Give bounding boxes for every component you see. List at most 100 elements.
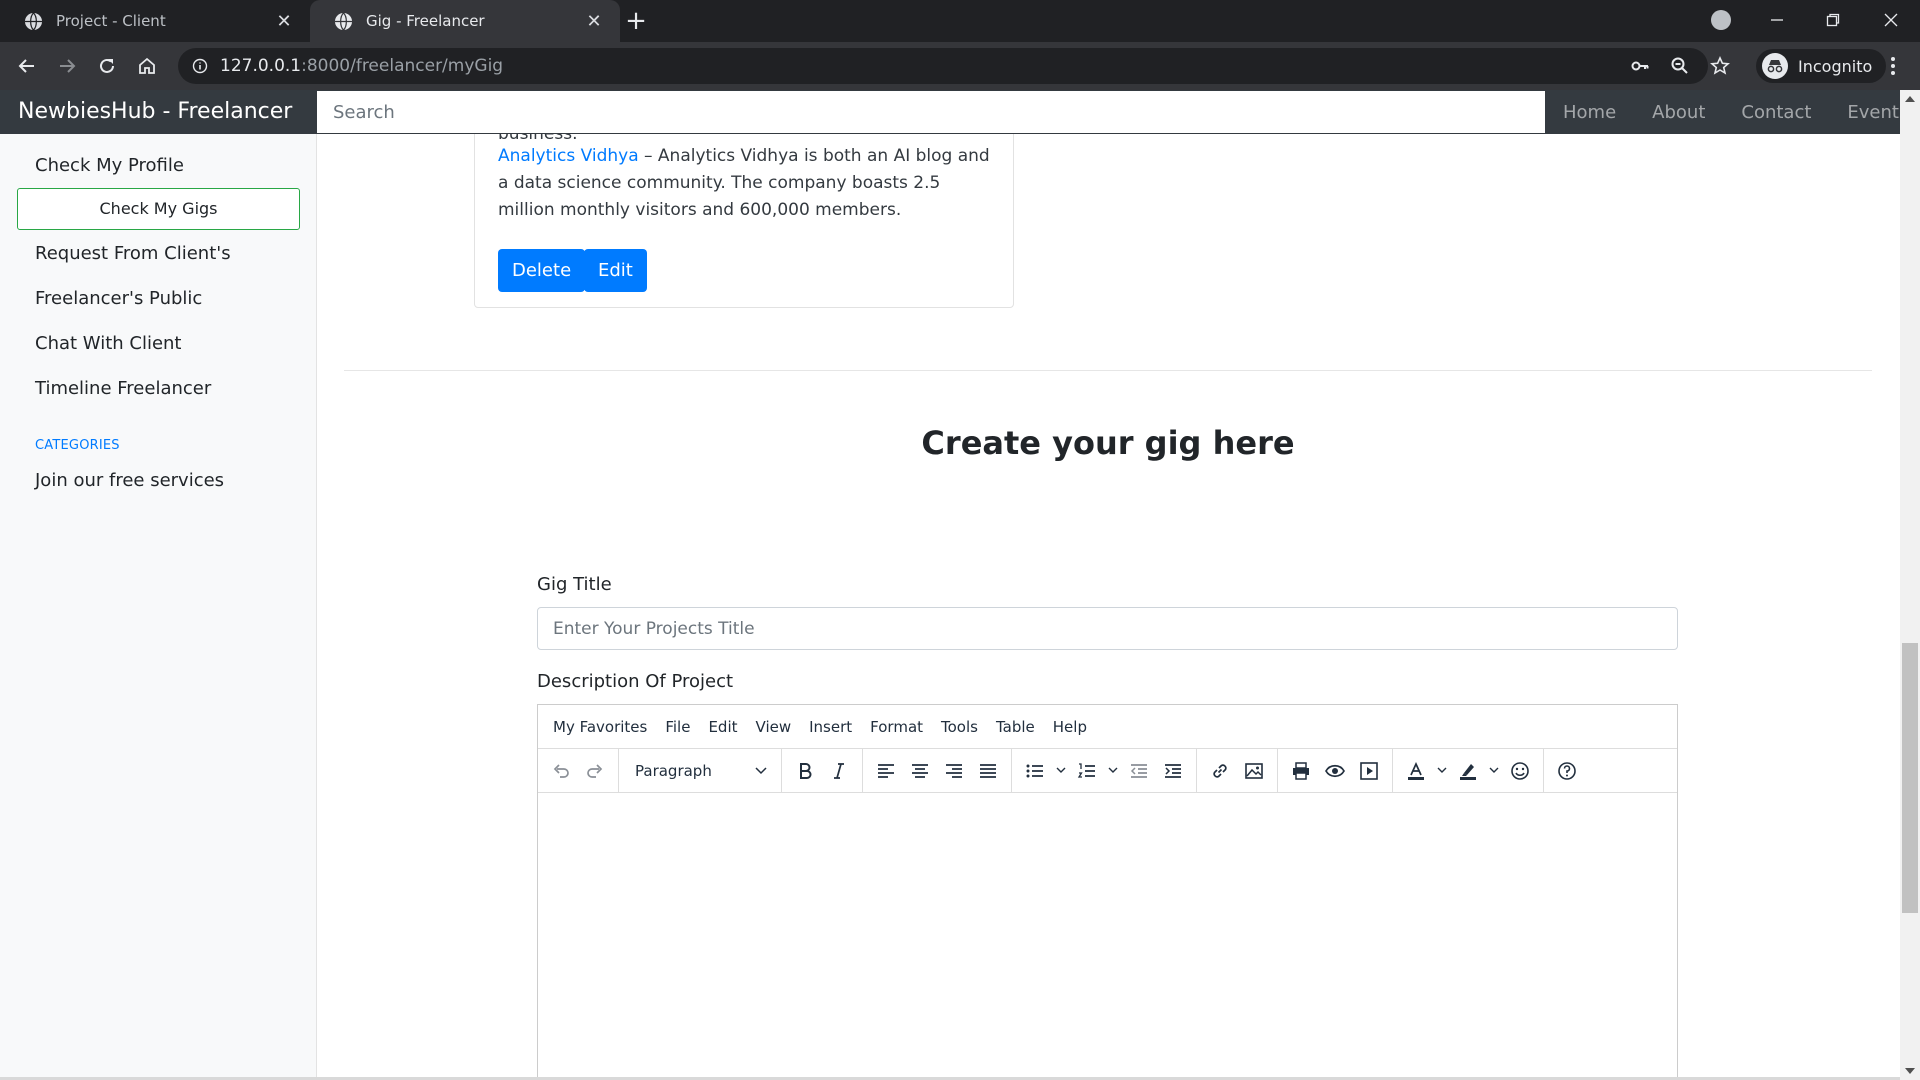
- list-group: [1012, 748, 1197, 793]
- tab-title: Project - Client: [56, 12, 166, 30]
- home-icon[interactable]: [131, 50, 163, 82]
- nav-link-about[interactable]: About: [1634, 102, 1723, 123]
- nav-links: Home About Contact Events: [1545, 90, 1920, 134]
- menu-edit[interactable]: Edit: [708, 718, 737, 736]
- description-label: Description Of Project: [537, 671, 734, 692]
- editor-menubar: My Favorites File Edit View Insert Forma…: [538, 705, 1677, 749]
- gig-card-viewport: business. Analytics Vidhya – Analytics V…: [0, 134, 1900, 334]
- gig-card: business. Analytics Vidhya – Analytics V…: [474, 134, 1014, 308]
- sidebar-item-join-free-services[interactable]: Join our free services: [35, 470, 224, 491]
- menu-table[interactable]: Table: [996, 718, 1035, 736]
- edit-button[interactable]: Edit: [584, 249, 647, 292]
- align-left-icon[interactable]: [869, 754, 903, 788]
- profile-label: Incognito: [1798, 56, 1873, 76]
- nav-link-home[interactable]: Home: [1545, 102, 1634, 123]
- browser-tab-strip: Project - Client ✕ Gig - Freelancer ✕ +: [0, 0, 1920, 42]
- section-divider: [344, 370, 1872, 371]
- history-group: [538, 748, 619, 793]
- minimize-icon[interactable]: [1754, 0, 1800, 40]
- categories-heading: CATEGORIES: [35, 438, 120, 453]
- zoom-icon[interactable]: [1664, 50, 1696, 82]
- align-right-icon[interactable]: [937, 754, 971, 788]
- numbered-list-icon[interactable]: [1070, 754, 1104, 788]
- tools-group: [1278, 748, 1393, 793]
- bookmark-star-icon[interactable]: [1704, 50, 1736, 82]
- brand-logo[interactable]: NewbiesHub - Freelancer: [18, 90, 292, 134]
- block-format-group: Paragraph: [619, 748, 782, 793]
- chevron-down-icon[interactable]: [1052, 754, 1070, 788]
- restore-icon[interactable]: [1810, 0, 1856, 40]
- info-icon[interactable]: [192, 58, 208, 74]
- bold-icon[interactable]: [788, 754, 822, 788]
- gig-title-label: Gig Title: [537, 574, 612, 595]
- nav-link-contact[interactable]: Contact: [1723, 102, 1829, 123]
- italic-icon[interactable]: [822, 754, 856, 788]
- scrollbar-thumb[interactable]: [1902, 643, 1918, 913]
- browser-tab-project-client[interactable]: Project - Client ✕: [0, 0, 310, 42]
- browser-tab-gig-freelancer[interactable]: Gig - Freelancer ✕: [310, 0, 620, 42]
- highlight-color-icon[interactable]: [1451, 754, 1485, 788]
- text-style-group: [782, 748, 863, 793]
- redo-icon[interactable]: [578, 754, 612, 788]
- bullet-list-icon[interactable]: [1018, 754, 1052, 788]
- menu-help[interactable]: Help: [1053, 718, 1087, 736]
- indent-icon[interactable]: [1156, 754, 1190, 788]
- scroll-down-icon[interactable]: [1905, 1068, 1915, 1074]
- alignment-group: [863, 748, 1012, 793]
- menu-file[interactable]: File: [665, 718, 690, 736]
- chevron-down-icon[interactable]: [1485, 754, 1503, 788]
- image-icon[interactable]: [1237, 754, 1271, 788]
- print-icon[interactable]: [1284, 754, 1318, 788]
- gig-description-partial-line: business.: [498, 134, 578, 144]
- page-title: Create your gig here: [921, 424, 1295, 462]
- site-navbar: NewbiesHub - Freelancer Home About Conta…: [0, 90, 1908, 134]
- sidebar-item-timeline-freelancer[interactable]: Timeline Freelancer: [35, 378, 211, 399]
- editor-content-area[interactable]: [538, 795, 1677, 1080]
- sidebar-item-chat-with-client[interactable]: Chat With Client: [35, 333, 182, 354]
- address-bar[interactable]: 127.0.0.1:8000/freelancer/myGig: [178, 48, 1708, 84]
- link-icon[interactable]: [1203, 754, 1237, 788]
- window-close-icon[interactable]: [1868, 0, 1914, 40]
- vertical-scrollbar[interactable]: [1900, 90, 1920, 1080]
- back-icon[interactable]: [11, 50, 43, 82]
- block-format-value: Paragraph: [635, 761, 712, 780]
- scroll-up-icon[interactable]: [1905, 96, 1915, 102]
- address-url: 127.0.0.1:8000/freelancer/myGig: [220, 56, 504, 76]
- menu-view[interactable]: View: [756, 718, 792, 736]
- forward-icon[interactable]: [51, 50, 83, 82]
- outdent-icon[interactable]: [1122, 754, 1156, 788]
- menu-my-favorites[interactable]: My Favorites: [553, 718, 647, 736]
- undo-icon[interactable]: [544, 754, 578, 788]
- tab-search-icon[interactable]: [1711, 10, 1731, 30]
- chevron-down-icon[interactable]: [1104, 754, 1122, 788]
- globe-icon: [334, 12, 353, 30]
- menu-tools[interactable]: Tools: [941, 718, 978, 736]
- help-group: [1544, 749, 1590, 793]
- search-input[interactable]: [317, 91, 1545, 133]
- key-icon[interactable]: [1624, 50, 1656, 82]
- incognito-badge[interactable]: Incognito: [1756, 49, 1887, 83]
- editor-toolbar: Paragraph: [538, 748, 1677, 793]
- preview-eye-icon[interactable]: [1318, 754, 1352, 788]
- menu-insert[interactable]: Insert: [809, 718, 852, 736]
- close-icon[interactable]: ✕: [584, 11, 604, 32]
- more-menu-icon[interactable]: [1877, 50, 1909, 82]
- text-color-icon[interactable]: [1399, 754, 1433, 788]
- chevron-down-icon: [755, 766, 767, 774]
- align-justify-icon[interactable]: [971, 754, 1005, 788]
- new-tab-button[interactable]: +: [620, 6, 652, 38]
- media-icon[interactable]: [1352, 754, 1386, 788]
- emoji-icon[interactable]: [1503, 754, 1537, 788]
- reload-icon[interactable]: [91, 50, 123, 82]
- menu-format[interactable]: Format: [870, 718, 923, 736]
- align-center-icon[interactable]: [903, 754, 937, 788]
- help-icon[interactable]: [1550, 754, 1584, 788]
- globe-icon: [24, 12, 43, 30]
- gig-link[interactable]: Analytics Vidhya: [498, 146, 639, 166]
- gig-title-input[interactable]: [537, 607, 1678, 650]
- incognito-icon: [1762, 53, 1788, 79]
- delete-button[interactable]: Delete: [498, 249, 586, 292]
- chevron-down-icon[interactable]: [1433, 754, 1451, 788]
- close-icon[interactable]: ✕: [274, 11, 294, 32]
- block-format-select[interactable]: Paragraph: [625, 754, 775, 788]
